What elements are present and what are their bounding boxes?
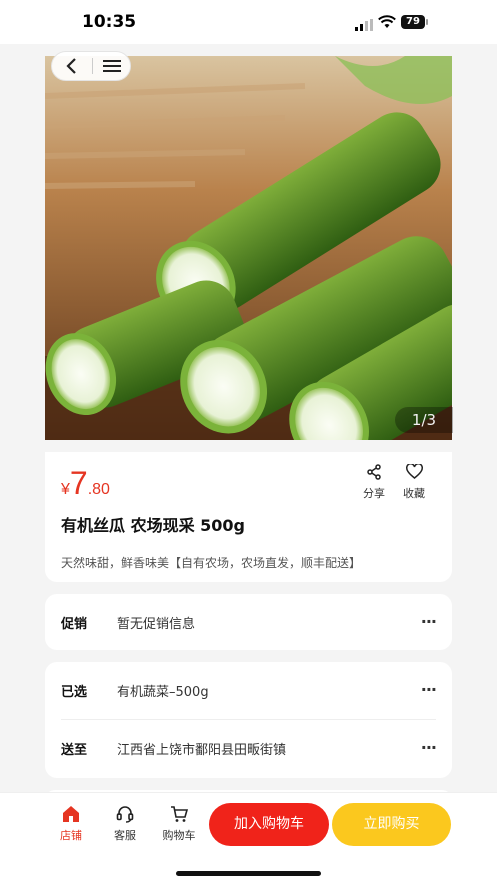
share-button[interactable]: 分享 <box>356 464 392 501</box>
headset-icon <box>103 805 147 825</box>
more-icon: ··· <box>420 680 437 699</box>
more-icon: ··· <box>420 738 437 757</box>
add-to-cart-button[interactable]: 加入购物车 <box>209 803 329 846</box>
price-currency: ¥ <box>61 481 70 498</box>
product-image-gallery[interactable] <box>45 56 452 440</box>
status-time: 10:35 <box>82 12 137 32</box>
bottom-action-bar: 店铺 客服 购物车 加入购物车 立即购买 <box>0 792 497 883</box>
delivery-address: 江西省上饶市鄱阳县田畈街镇 <box>117 743 287 758</box>
share-icon <box>356 464 392 482</box>
tab-cart-label: 购物车 <box>162 829 196 842</box>
heart-icon <box>396 463 432 482</box>
delivery-label: 送至 <box>61 743 88 758</box>
promotion-value: 暂无促销信息 <box>117 617 196 632</box>
spec-label: 已选 <box>61 685 88 700</box>
product-price: ¥7.80 <box>61 465 110 502</box>
store-icon <box>49 805 93 825</box>
wifi-icon <box>378 14 396 33</box>
promotion-row[interactable]: 促销 暂无促销信息 ··· <box>45 594 452 650</box>
cart-icon <box>157 805 201 825</box>
nav-capsule <box>51 51 131 81</box>
share-label: 分享 <box>363 487 385 500</box>
back-icon <box>66 58 76 74</box>
product-title: 有机丝瓜 农场现采 500g <box>61 516 245 535</box>
spec-value: 有机蔬菜–500g <box>117 685 209 700</box>
spec-row[interactable]: 已选 有机蔬菜–500g ··· <box>45 662 452 718</box>
menu-button[interactable] <box>93 52 131 80</box>
gallery-page-indicator: 1/3 <box>395 407 453 433</box>
battery-icon: 79 <box>401 15 428 29</box>
status-bar: 10:35 79 <box>0 0 497 44</box>
tab-store[interactable]: 店铺 <box>49 805 93 843</box>
more-icon: ··· <box>420 612 437 631</box>
buy-now-button[interactable]: 立即购买 <box>332 803 451 846</box>
spec-card: 已选 有机蔬菜–500g ··· 送至 江西省上饶市鄱阳县田畈街镇 ··· <box>45 662 452 778</box>
price-integer: 7 <box>69 465 88 501</box>
promotion-card: 促销 暂无促销信息 ··· <box>45 594 452 650</box>
tab-service[interactable]: 客服 <box>103 805 147 843</box>
product-image <box>45 56 452 440</box>
product-info-card: ¥7.80 分享 收藏 有机丝瓜 农场现采 500g 天然味甜，鲜香味美【自有农… <box>45 452 452 582</box>
delivery-row[interactable]: 送至 江西省上饶市鄱阳县田畈街镇 ··· <box>45 720 452 776</box>
tab-store-label: 店铺 <box>60 829 82 842</box>
tab-service-label: 客服 <box>114 829 136 842</box>
back-button[interactable] <box>52 52 92 80</box>
favorite-label: 收藏 <box>403 487 425 500</box>
product-subtitle: 天然味甜，鲜香味美【自有农场，农场直发，顺丰配送】 <box>61 556 362 570</box>
price-decimal: .80 <box>87 481 110 498</box>
signal-icon <box>355 16 373 35</box>
tab-cart[interactable]: 购物车 <box>157 805 201 843</box>
favorite-button[interactable]: 收藏 <box>396 463 432 501</box>
promotion-label: 促销 <box>61 617 88 632</box>
menu-icon <box>103 60 121 72</box>
home-indicator <box>176 871 321 876</box>
